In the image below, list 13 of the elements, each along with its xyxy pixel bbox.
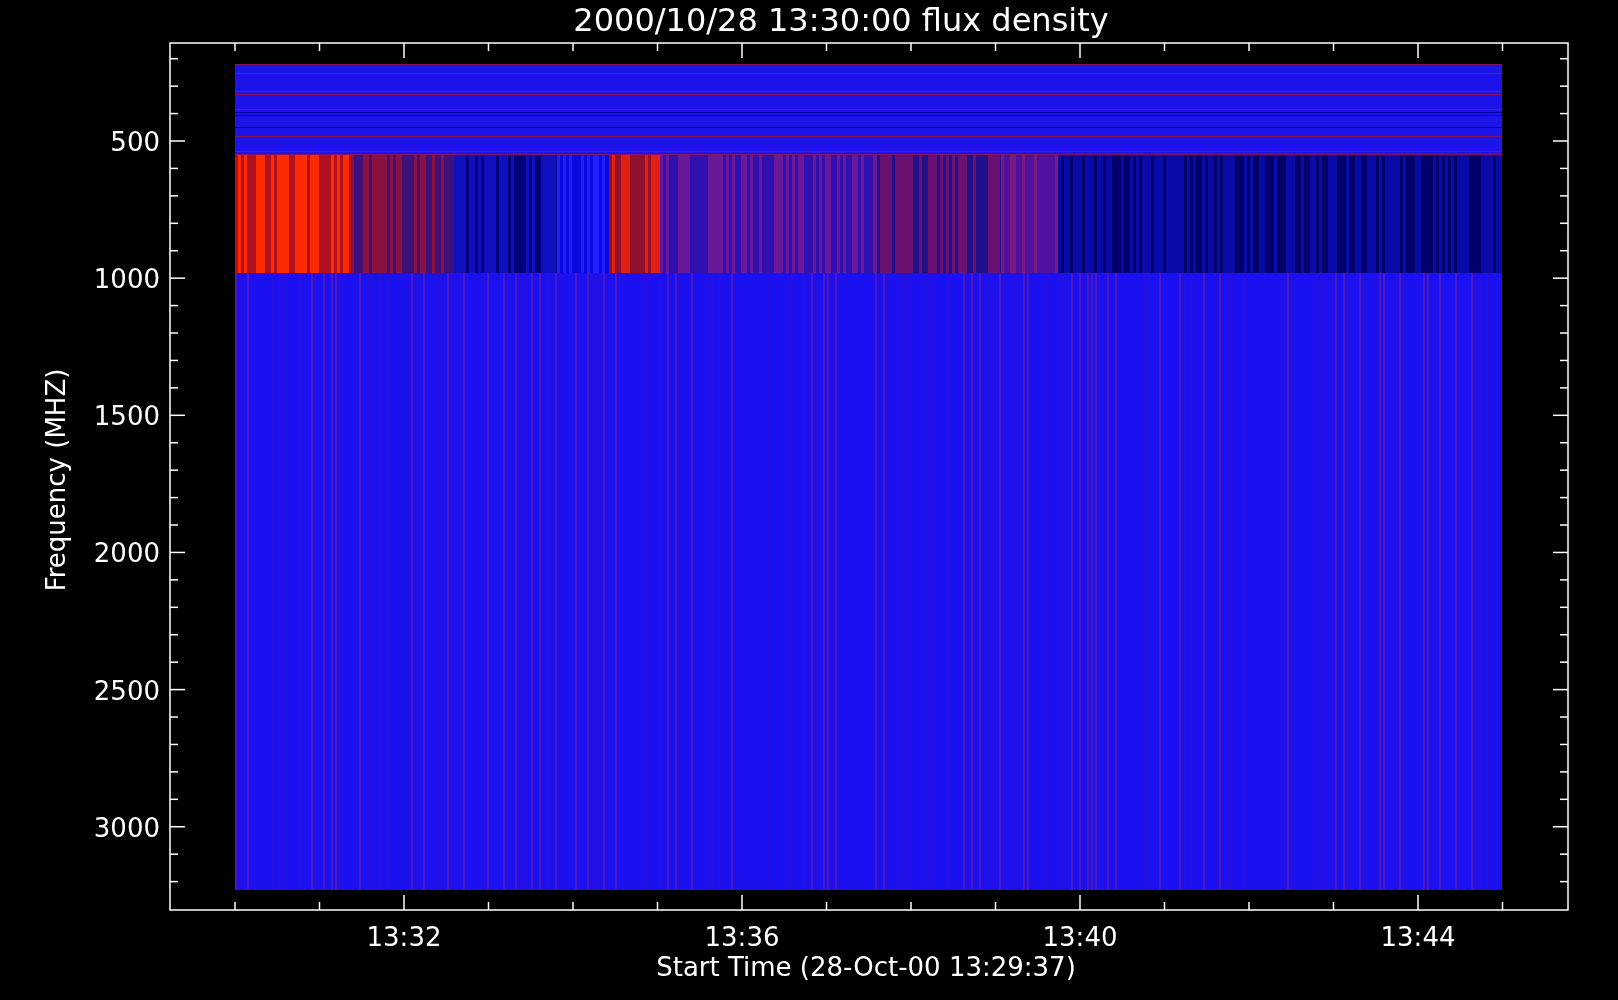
tick-label: 3000 (93, 812, 160, 843)
tick-label: 2500 (93, 675, 160, 706)
tick-label: 13:40 (1042, 922, 1118, 952)
plot-title: 2000/10/28 13:30:00 flux density (573, 1, 1109, 39)
tick-label: 13:36 (704, 922, 780, 952)
tick-label: 1000 (93, 264, 160, 295)
tick-label: 13:32 (366, 922, 442, 952)
axis-label: Start Time (28-Oct-00 13:29:37) (656, 952, 1076, 982)
axis-label: Frequency (MHZ) (41, 368, 71, 592)
tick-label: 500 (110, 127, 160, 157)
tick-label: 2000 (93, 538, 160, 569)
tick-label: 13:44 (1380, 922, 1456, 952)
tick-label: 1500 (93, 401, 160, 432)
